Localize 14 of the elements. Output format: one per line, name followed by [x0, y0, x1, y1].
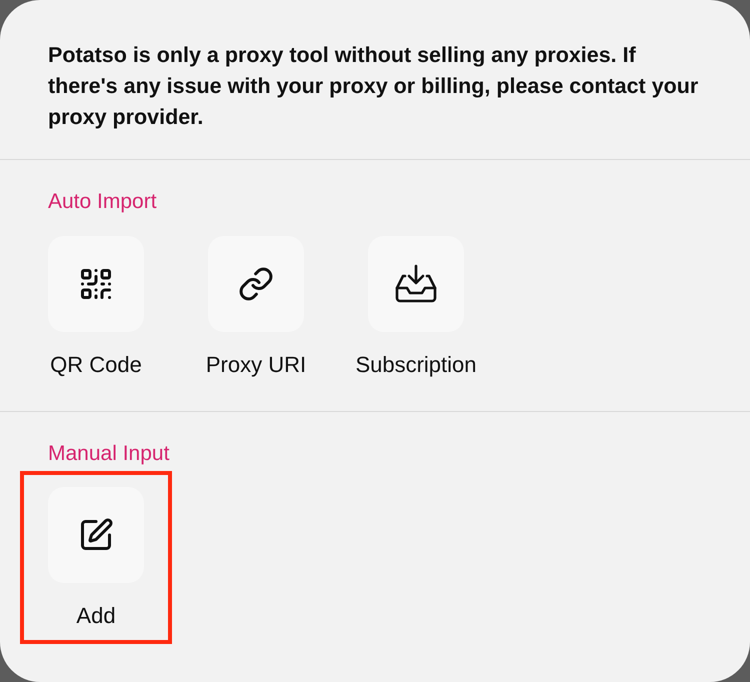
section-title: Manual Input	[48, 442, 170, 464]
notice-text: Potatso is only a proxy tool without selling any proxies. If there's any issue with your proxy or billing, please contact your proxy provider.	[48, 42, 700, 131]
import-option-button[interactable]	[48, 236, 144, 332]
option-label: QR Code	[50, 350, 142, 378]
import-option-button[interactable]	[368, 236, 464, 332]
import-option-button[interactable]	[48, 487, 144, 583]
import-option-button[interactable]	[208, 236, 304, 332]
option-label: Proxy URI	[206, 350, 306, 379]
option-label: Subscription	[355, 350, 477, 379]
link-icon	[238, 266, 274, 302]
inbox-download-icon	[394, 264, 438, 304]
option-label: Add	[76, 602, 116, 630]
section-title: Auto Import	[48, 190, 157, 213]
edit-icon	[78, 517, 114, 553]
